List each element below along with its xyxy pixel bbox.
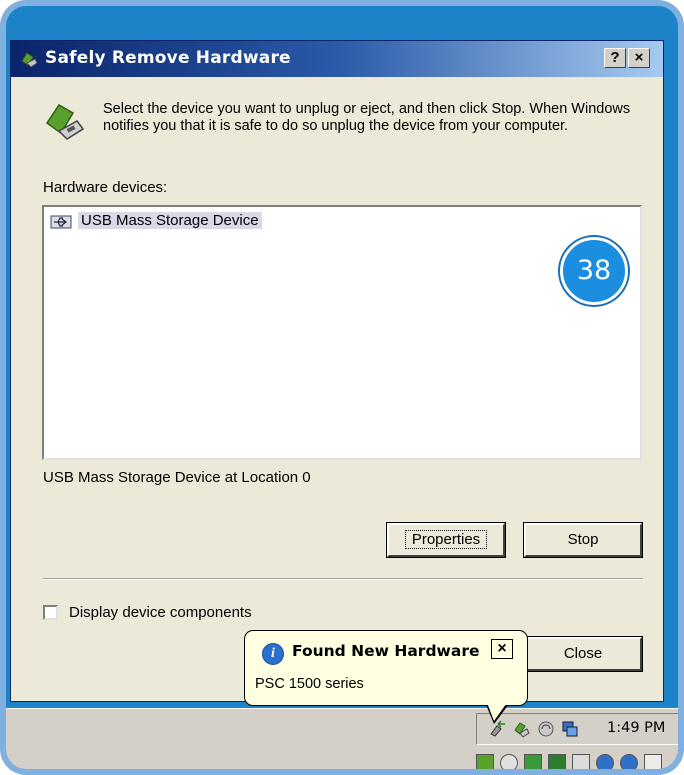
network-icon[interactable] [561,720,579,738]
arrow-circle-icon[interactable] [620,754,638,769]
balloon-close-button[interactable]: × [491,639,513,659]
display-components-checkbox[interactable] [43,605,58,620]
cursor-icon[interactable] [644,754,662,769]
device-name: USB Mass Storage Device [78,212,262,229]
balloon-tail [486,700,509,721]
quick-launch-bar [6,748,678,769]
usb-device-icon [50,215,72,229]
properties-button[interactable]: Properties [386,522,506,558]
window-title: Safely Remove Hardware [45,48,291,68]
balloon-message: PSC 1500 series [255,676,364,692]
info-icon: i [262,643,284,665]
instruction-text: Select the device you want to unplug or … [103,101,631,134]
device-location-text: USB Mass Storage Device at Location 0 [43,469,311,486]
help-button[interactable]: ? [604,48,626,68]
hardware-icon [21,52,38,68]
taskbar-clock[interactable]: 1:49 PM [607,720,665,736]
speaker-muted-icon[interactable] [537,720,555,738]
volume-icon[interactable] [572,754,590,769]
step-number-badge: 38 [560,237,628,305]
hardware-icon[interactable] [513,720,531,738]
hardware-devices-list[interactable]: USB Mass Storage Device 38 [42,205,642,460]
search-icon[interactable] [500,754,518,769]
balloon-title: Found New Hardware [292,642,480,660]
hardware-devices-label: Hardware devices: [43,179,168,196]
monitor-icon[interactable] [524,754,542,769]
arrow-circle-icon[interactable] [596,754,614,769]
hardware-eject-icon [45,104,85,140]
stop-button[interactable]: Stop [523,522,643,558]
divider [43,578,643,580]
safely-remove-hardware-dialog: Safely Remove Hardware ? × Select the de… [10,40,664,702]
display-components-label[interactable]: Display device components [69,604,252,621]
properties-button-label: Properties [404,530,488,549]
taskbar: 1:49 PM [6,708,678,749]
close-window-button[interactable]: × [628,48,650,68]
chip-icon[interactable] [548,754,566,769]
screenshot-frame: Safely Remove Hardware ? × Select the de… [0,0,684,775]
close-button[interactable]: Close [523,636,643,672]
title-bar[interactable]: Safely Remove Hardware ? × [11,41,663,77]
desktop-background: Safely Remove Hardware ? × Select the de… [6,6,678,769]
window-icon[interactable] [476,754,494,769]
found-new-hardware-balloon[interactable]: i Found New Hardware × PSC 1500 series [244,630,528,706]
